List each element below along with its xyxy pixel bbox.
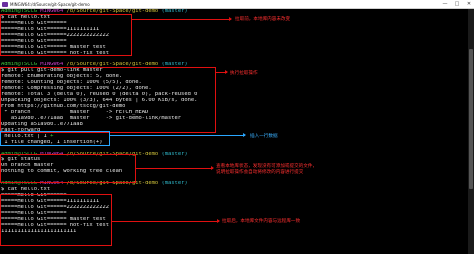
diff-file: hello.txt | 1 [1,133,51,139]
prompt-user: Admin@TSCCG [1,151,38,157]
terminal-window: MINGW64:/d/Source/git-Space/git-demo — □… [0,0,474,254]
diff-plus: + [50,133,54,139]
title-bar: MINGW64:/d/Source/git-Space/git-demo — □… [0,0,474,9]
annotation-git-pull: 执行拉取操作 [230,71,258,76]
window-title: MINGW64:/d/Source/git-Space/git-demo [10,1,90,7]
annotation-arrow-1 [131,17,232,21]
annotation-insertion: 插入一行数据 [250,134,278,139]
prompt-mingw: MINGW64 [40,151,64,157]
minimize-button[interactable]: — [442,0,448,8]
maximize-button[interactable]: □ [454,0,460,8]
prompt-path: /d/Source/git-Space/git-demo [66,62,159,68]
prompt-branch: (master) [161,62,188,68]
annotation-arrow-5 [111,219,220,223]
vertical-scrollbar[interactable] [468,9,474,254]
prompt-mingw: MINGW64 [40,9,64,14]
prompt-user: Admin@TSCCG [1,181,38,187]
prompt-branch: (master) [161,151,188,157]
annotation-git-status-2: 说明拉取操作会自动将修改的内容进行提交 [216,170,304,175]
prompt-branch: (master) [161,181,188,187]
prompt-branch: (master) [161,9,188,14]
prompt-path: /d/Source/git-Space/git-demo [66,151,159,157]
scrollbar-thumb[interactable] [469,49,473,189]
annotation-cat-after: 拉取后，本地库文件内容与远程库一致 [222,219,301,224]
prompt-path: /d/Source/git-Space/git-demo [66,9,159,14]
prompt-user: Admin@TSCCG [1,62,38,68]
prompt-path: /d/Source/git-Space/git-demo [66,181,159,187]
prompt-mingw: MINGW64 [40,181,64,187]
annotation-arrow-4 [135,166,214,170]
prompt-user: Admin@TSCCG [1,9,38,14]
annotation-cat-before: 拉取前，本地库内容未改变 [235,17,291,22]
prompt-mingw: MINGW64 [40,62,64,68]
window-controls: — □ ✕ [442,0,472,8]
annotation-arrow-2 [215,70,228,74]
mingw-app-icon [2,1,8,7]
annotation-arrow-3 [109,133,246,137]
close-button[interactable]: ✕ [466,0,472,8]
